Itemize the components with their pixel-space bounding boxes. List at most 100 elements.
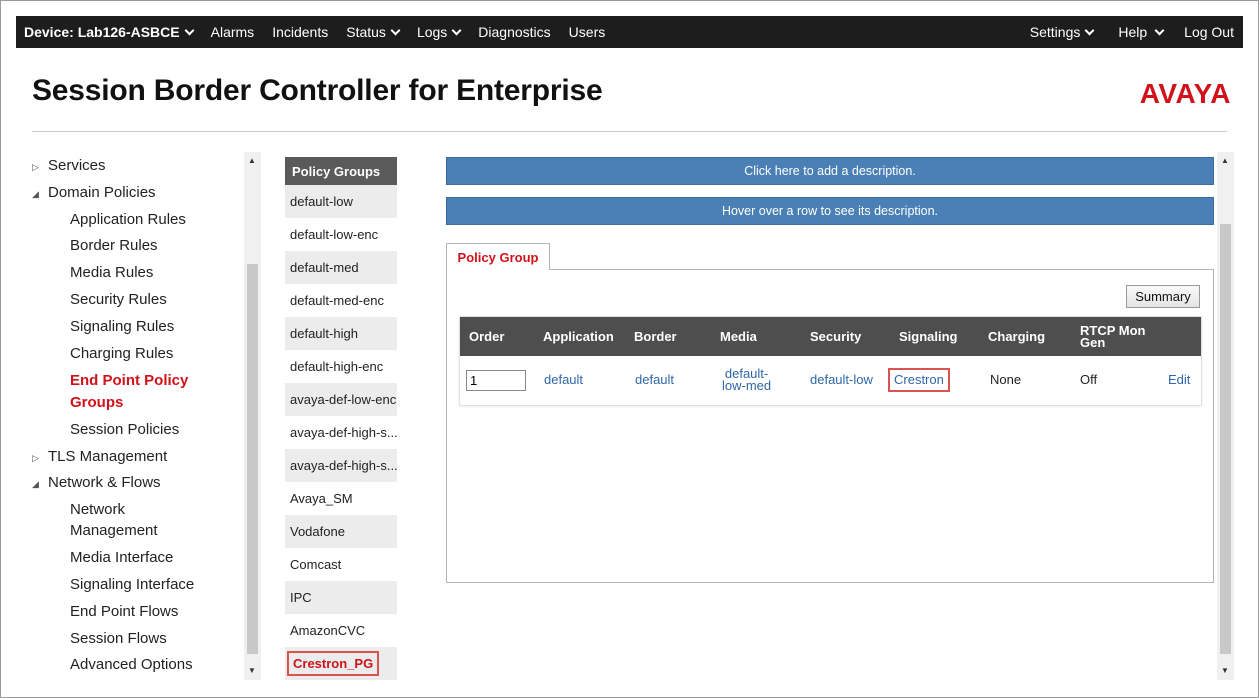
policy-group-item[interactable]: default-low-enc <box>285 218 397 251</box>
scroll-up-icon[interactable]: ▲ <box>245 156 259 165</box>
summary-button[interactable]: Summary <box>1126 285 1200 308</box>
border-link[interactable]: default <box>635 356 674 404</box>
sidebar-scrollbar[interactable]: ▲ ▼ <box>244 152 261 680</box>
sidebar-item-network-management[interactable]: Network <box>70 501 125 519</box>
sidebar-item-network-flows[interactable]: ◢ Network & Flows <box>32 474 161 493</box>
col-rtcp-line2: Gen <box>1080 334 1106 350</box>
order-cell <box>466 356 526 404</box>
policy-groups-header: Policy Groups <box>285 157 397 185</box>
scroll-down-icon[interactable]: ▼ <box>245 666 259 675</box>
security-link[interactable]: default-low <box>810 356 873 404</box>
nav-alarms[interactable]: Alarms <box>202 16 264 48</box>
rtcp-value: Off <box>1080 372 1098 387</box>
nav-users[interactable]: Users <box>560 16 615 48</box>
main-scroll-thumb[interactable] <box>1220 224 1231 654</box>
sidebar-item-border-rules[interactable]: Border Rules <box>70 237 158 255</box>
nav-logs[interactable]: Logs <box>408 16 469 48</box>
policy-group-item[interactable]: AmazonCVC <box>285 614 397 647</box>
policy-group-item[interactable]: Avaya_SM <box>285 482 397 515</box>
sidebar-item-end-point-policy-groups-line2[interactable]: Groups <box>70 394 123 412</box>
sidebar-item-label: Services <box>48 157 106 174</box>
signaling-link[interactable]: Crestron <box>888 368 950 392</box>
nav-help-label: Help <box>1118 24 1148 40</box>
sidebar-scroll-thumb[interactable] <box>247 264 258 654</box>
sidebar-item-advanced-options[interactable]: Advanced Options <box>70 656 193 674</box>
sidebar-item-media-interface[interactable]: Media Interface <box>70 549 173 567</box>
main-panel: Click here to add a description. Hover o… <box>446 157 1214 583</box>
charging-value: None <box>990 372 1022 387</box>
nav-logout[interactable]: Log Out <box>1172 16 1243 48</box>
sidebar-item-domain-policies[interactable]: ◢ Domain Policies <box>32 184 156 203</box>
policy-group-item[interactable]: Vodafone <box>285 515 397 548</box>
application-link[interactable]: default <box>544 356 583 404</box>
scroll-down-icon[interactable]: ▼ <box>1218 666 1232 675</box>
order-input[interactable] <box>466 369 526 391</box>
sidebar-item-tls-management[interactable]: ▷ TLS Management <box>32 448 167 467</box>
sidebar-item-end-point-flows[interactable]: End Point Flows <box>70 603 178 621</box>
sidebar-item-end-point-policy-groups[interactable]: End Point Policy <box>70 372 188 390</box>
table-row: default default default- low-med default… <box>460 356 1201 404</box>
policy-group-item[interactable]: avaya-def-high-s... <box>285 416 397 449</box>
sidebar-item-charging-rules[interactable]: Charging Rules <box>70 345 173 363</box>
nav-settings[interactable]: Settings <box>1021 16 1103 48</box>
sidebar-item-media-rules[interactable]: Media Rules <box>70 264 153 282</box>
policy-group-item[interactable]: Comcast <box>285 548 397 581</box>
policy-group-table: Order Application Border Media Security … <box>459 316 1202 406</box>
top-nav-bar: Device: Lab126-ASBCE Alarms Incidents St… <box>16 16 1243 48</box>
policy-group-item-selected[interactable]: Crestron_PG <box>285 647 397 680</box>
sidebar-item-security-rules[interactable]: Security Rules <box>70 291 167 309</box>
policy-group-item[interactable]: avaya-def-low-enc <box>285 383 397 416</box>
avaya-logo: AVAYA <box>1139 78 1231 109</box>
device-menu[interactable]: Device: Lab126-ASBCE <box>16 16 202 48</box>
sidebar-item-session-flows[interactable]: Session Flows <box>70 630 167 648</box>
policy-group-item[interactable]: default-med-enc <box>285 284 397 317</box>
chevron-down-icon <box>390 25 401 35</box>
sidebar-item-application-rules[interactable]: Application Rules <box>70 211 186 229</box>
signaling-cell: Crestron <box>888 356 950 404</box>
col-rtcp-mon-gen: RTCP Mon Gen <box>1080 317 1145 356</box>
sidebar-item-network-management-line2[interactable]: Management <box>70 522 158 540</box>
sidebar-item-signaling-interface[interactable]: Signaling Interface <box>70 576 194 594</box>
policy-group-item[interactable]: default-low <box>285 185 397 218</box>
nav-status-label: Status <box>346 24 386 40</box>
table-header: Order Application Border Media Security … <box>460 317 1201 356</box>
scroll-up-icon[interactable]: ▲ <box>1218 156 1232 165</box>
sidebar-item-services[interactable]: ▷ Services <box>32 157 106 176</box>
col-charging: Charging <box>988 328 1046 344</box>
chevron-down-icon <box>451 25 462 35</box>
device-label: Device: Lab126-ASBCE <box>24 24 180 40</box>
policy-groups-list: Policy Groups default-low default-low-en… <box>285 157 397 680</box>
header-divider <box>32 131 1227 132</box>
col-signaling: Signaling <box>899 328 958 344</box>
sidebar-item-signaling-rules[interactable]: Signaling Rules <box>70 318 174 336</box>
chevron-down-icon <box>1084 25 1095 35</box>
policy-group-item[interactable]: avaya-def-high-s... <box>285 449 397 482</box>
sidebar-item-label: TLS Management <box>48 448 168 465</box>
collapse-icon: ◢ <box>32 189 39 199</box>
nav-settings-label: Settings <box>1029 24 1081 40</box>
policy-group-item[interactable]: default-high <box>285 317 397 350</box>
policy-group-item[interactable]: default-med <box>285 251 397 284</box>
col-application: Application <box>543 328 614 344</box>
collapse-icon: ◢ <box>32 479 39 489</box>
tab-policy-group[interactable]: Policy Group <box>446 243 550 270</box>
policy-group-item[interactable]: IPC <box>285 581 397 614</box>
media-link[interactable]: default- low-med <box>722 356 771 404</box>
col-border: Border <box>634 328 677 344</box>
edit-link[interactable]: Edit <box>1168 356 1190 404</box>
nav-help[interactable]: Help <box>1102 16 1172 48</box>
sidebar-tree: ▷ Services ◢ Domain Policies Application R… <box>32 152 262 680</box>
main-scrollbar[interactable]: ▲ ▼ <box>1217 152 1234 680</box>
sidebar-item-session-policies[interactable]: Session Policies <box>70 421 179 439</box>
col-order: Order <box>469 328 505 344</box>
policy-group-item[interactable]: default-high-enc <box>285 350 397 383</box>
sidebar-item-label: Network & Flows <box>48 474 161 491</box>
expand-icon: ▷ <box>32 162 39 172</box>
nav-diagnostics[interactable]: Diagnostics <box>469 16 559 48</box>
nav-logs-label: Logs <box>416 24 448 40</box>
col-security: Security <box>810 328 862 344</box>
nav-incidents[interactable]: Incidents <box>263 16 337 48</box>
chevron-down-icon <box>184 25 195 35</box>
add-description-banner[interactable]: Click here to add a description. <box>446 157 1214 185</box>
nav-status[interactable]: Status <box>337 16 408 48</box>
